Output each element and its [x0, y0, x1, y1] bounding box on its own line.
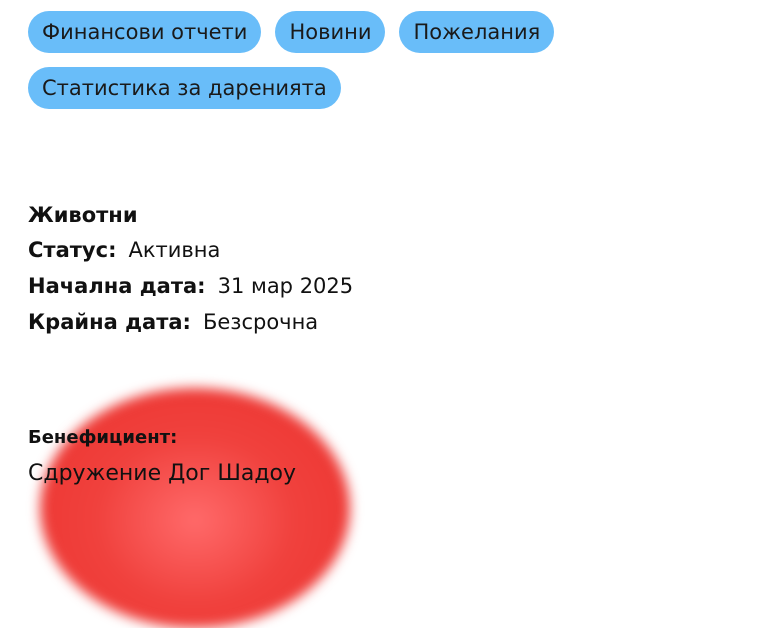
start-date-row: Начална дата: 31 мар 2025	[28, 268, 353, 304]
tag-wishes[interactable]: Пожелания	[399, 11, 555, 53]
status-value: Активна	[128, 238, 221, 262]
end-date-label: Крайна дата:	[28, 310, 191, 334]
status-row: Статус: Активна	[28, 232, 353, 268]
tag-row: Статистика за даренията	[28, 67, 748, 109]
start-date-label: Начална дата:	[28, 274, 206, 298]
end-date-row: Крайна дата: Безсрочна	[28, 304, 353, 340]
campaign-details: Животни Статус: Активна Начална дата: 31 м…	[28, 198, 353, 340]
beneficiary-section: Бенефициент: Сдружение Дог Шадоу	[28, 424, 296, 492]
beneficiary-label: Бенефициент:	[28, 427, 178, 448]
tag-donation-statistics[interactable]: Статистика за даренията	[28, 67, 341, 109]
tag-list: Финансови отчети Новини Пожелания Статис…	[28, 11, 748, 123]
end-date-value: Безсрочна	[202, 310, 319, 334]
campaign-category: Животни	[28, 203, 138, 227]
tag-row: Финансови отчети Новини Пожелания	[28, 11, 748, 53]
tag-financial-reports[interactable]: Финансови отчети	[28, 11, 262, 53]
start-date-value: 31 мар 2025	[217, 274, 354, 298]
beneficiary-name[interactable]: Сдружение Дог Шадоу	[28, 456, 296, 492]
status-label: Статус:	[28, 238, 117, 262]
tag-news[interactable]: Новини	[275, 11, 386, 53]
